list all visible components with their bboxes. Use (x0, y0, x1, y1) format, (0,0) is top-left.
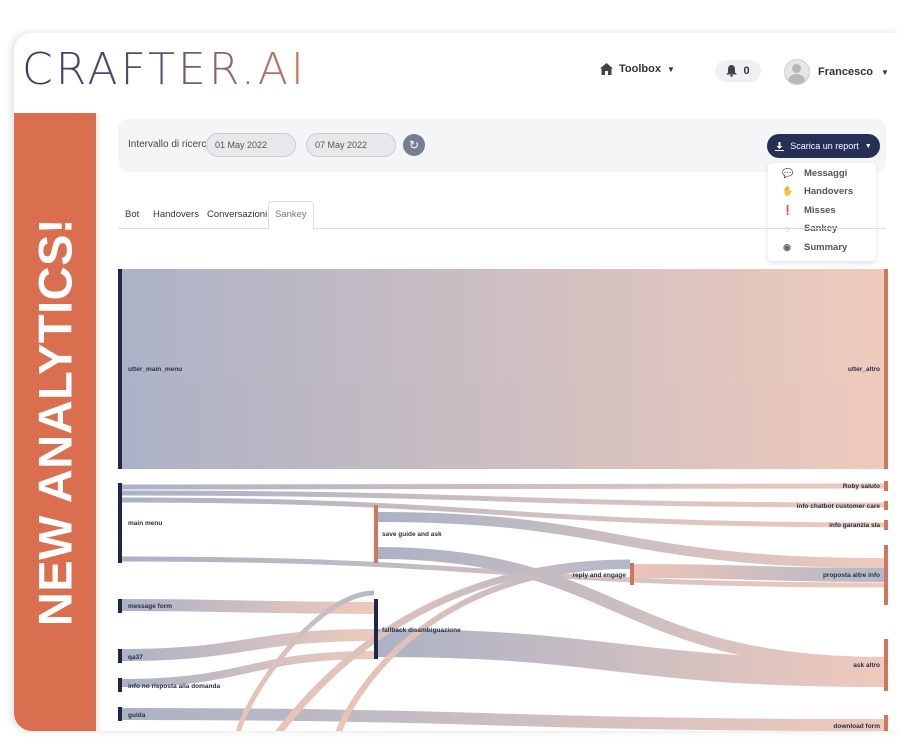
hand-icon: ✋ (782, 186, 794, 196)
banner-text: NEW ANALYTICS! (28, 217, 82, 627)
sankey-link (121, 483, 885, 490)
sidebar-divider (96, 113, 100, 731)
sankey-node-info-garanzia (884, 520, 888, 530)
download-report-button[interactable]: Scarica un report ▼ (767, 134, 880, 158)
sankey-link (122, 269, 884, 469)
sankey-node-ask-altro (884, 639, 888, 691)
sankey-label: download form (833, 723, 880, 730)
menu-item-label: Handovers (804, 186, 854, 197)
sankey-node-utter-altro (884, 269, 888, 469)
caret-down-icon: ▼ (864, 142, 872, 150)
sankey-label: info no risposta alla domanda (128, 683, 220, 690)
sankey-label: info garanzia sla (829, 522, 880, 529)
tab-handovers[interactable]: Handovers (153, 209, 199, 220)
sankey-node-reply-and-engage (630, 563, 634, 585)
download-report-label: Scarica un report (790, 141, 859, 151)
date-range-label: Intervallo di ricerca: (128, 139, 215, 150)
menu-item-summary[interactable]: ◉ Summary (782, 242, 847, 253)
menu-item-label: Messaggi (804, 168, 848, 179)
tab-bot[interactable]: Bot (125, 209, 139, 220)
chat-bubbles-icon: 💬 (782, 168, 794, 178)
notifications-button[interactable]: 0 (715, 60, 761, 82)
sankey-node-fallback-disambiguazione (374, 599, 378, 659)
sankey-node-guida (118, 707, 122, 721)
bell-icon (726, 65, 738, 77)
menu-item-messaggi[interactable]: 💬 Messaggi (782, 168, 847, 179)
sankey-node-message-form (118, 599, 122, 613)
sankey-label: qa37 (128, 654, 143, 661)
date-from-input[interactable]: 01 May 2022 (206, 133, 296, 157)
sankey-node-info-no-risposta (118, 678, 122, 692)
sankey-node-roby-saluto (884, 481, 888, 491)
crafter-ai-logo[interactable]: CRAFTER.AI (22, 45, 307, 95)
top-header: CRAFTER.AI Toolbox ▼ 0 Francesco ▼ (14, 33, 900, 108)
sankey-label: utter_altro (848, 366, 880, 373)
tab-sankey[interactable]: Sankey (268, 201, 314, 230)
sankey-node-info-chatbot (884, 501, 888, 510)
download-icon (775, 141, 785, 151)
sankey-label: reply and engage (573, 572, 627, 579)
sankey-node-qa37 (118, 649, 122, 663)
menu-item-label: Summary (804, 242, 848, 253)
refresh-icon: ↻ (408, 138, 420, 152)
user-name: Francesco (818, 66, 874, 78)
app-window: CRAFTER.AI Toolbox ▼ 0 Francesco ▼ NEW A… (14, 33, 900, 731)
analytics-tabs: Bot Handovers Conversazioni Sankey (118, 201, 886, 230)
sankey-label: ask altro (853, 662, 880, 669)
notifications-count: 0 (743, 65, 750, 77)
avatar (784, 59, 810, 85)
sankey-node-utter-main-menu (118, 269, 122, 469)
dot-circle-icon: ◉ (783, 242, 791, 252)
user-menu[interactable]: Francesco ▼ (784, 59, 889, 85)
chevron-down-icon: ▼ (881, 67, 889, 77)
tab-conversazioni[interactable]: Conversazioni (207, 209, 267, 220)
sankey-label: main menu (128, 520, 162, 527)
sankey-node-save-guide-and-ask (374, 505, 378, 563)
chevron-down-icon: ▼ (666, 64, 675, 74)
sankey-node-download-form (884, 715, 888, 731)
sankey-node-main-menu (118, 483, 122, 563)
refresh-button[interactable]: ↻ (403, 134, 425, 156)
sankey-link (121, 708, 885, 731)
sankey-label: save guide and ask (382, 531, 442, 538)
sankey-label: Roby saluto (843, 483, 880, 490)
toolbox-menu[interactable]: Toolbox ▼ (600, 63, 675, 75)
sankey-links (121, 269, 885, 731)
sankey-node-proposta-altre-info (884, 545, 888, 605)
home-icon (600, 63, 613, 75)
new-analytics-banner: NEW ANALYTICS! (14, 113, 96, 731)
sankey-label: fallback disambiguazione (382, 627, 461, 634)
sankey-label: info chatbot customer care (797, 503, 881, 510)
sankey-label: proposta altre info (823, 572, 880, 579)
menu-item-handovers[interactable]: ✋ Handovers (782, 186, 853, 197)
date-to-input[interactable]: 07 May 2022 (306, 133, 396, 157)
toolbox-label: Toolbox (619, 63, 661, 75)
sankey-label: utter_main_menu (128, 366, 182, 373)
sankey-label: message form (128, 603, 172, 610)
sankey-label: guida (128, 712, 146, 719)
sankey-diagram: utter_main_menu main menu message form q… (118, 269, 888, 731)
